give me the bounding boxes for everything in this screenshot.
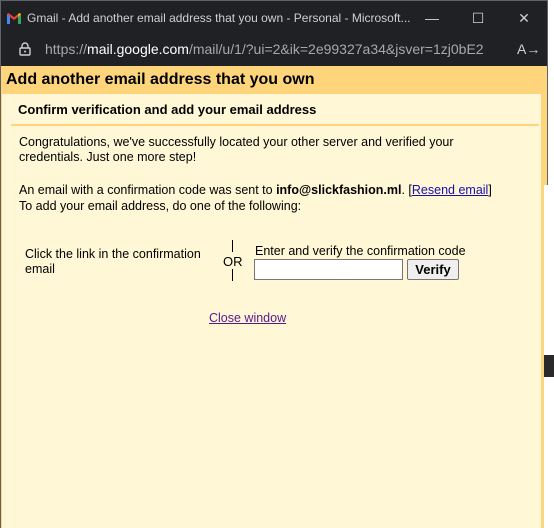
url-text[interactable]: https://mail.google.com/mail/u/1/?ui=2&i… xyxy=(45,41,485,57)
verify-button[interactable]: Verify xyxy=(407,259,459,280)
sent-notice: An email with a confirmation code was se… xyxy=(19,183,529,198)
or-divider-top xyxy=(232,240,233,252)
target-email: info@slickfashion.ml xyxy=(276,183,402,197)
or-label: OR xyxy=(223,254,243,269)
maximize-button[interactable]: ☐ xyxy=(455,1,501,35)
code-label: Enter and verify the confirmation code xyxy=(255,244,466,258)
url-path: /mail/u/1/?ui=2&ik=2e99327a34&jsver=1zj0… xyxy=(188,41,485,57)
background-dark-band xyxy=(544,355,554,377)
close-window-link[interactable]: Close window xyxy=(209,311,286,325)
option-click-link: Click the link in the confirmation email xyxy=(25,247,201,276)
resend-email-link[interactable]: Resend email xyxy=(412,183,488,197)
title-bar: Gmail - Add another email address that y… xyxy=(1,1,547,35)
url-prefix: https:// xyxy=(45,41,88,57)
dialog-title: Add another email address that you own xyxy=(6,71,315,88)
popup-window: Gmail - Add another email address that y… xyxy=(0,0,548,528)
url-host: mail.google.com xyxy=(87,41,189,57)
dialog-content: Add another email address that you own C… xyxy=(1,66,547,528)
window-title: Gmail - Add another email address that y… xyxy=(27,11,411,25)
step-heading: Confirm verification and add your email … xyxy=(18,102,317,117)
instructions-text: To add your email address, do one of the… xyxy=(19,199,302,213)
read-aloud-icon[interactable]: A→ xyxy=(517,41,540,57)
sent-prefix: An email with a confirmation code was se… xyxy=(19,183,277,197)
confirmation-code-input[interactable] xyxy=(254,259,403,280)
heading-divider xyxy=(11,124,539,126)
or-divider-bottom xyxy=(232,269,233,281)
resend-bracket: ] xyxy=(488,183,492,197)
sent-suffix: . [ xyxy=(401,183,412,197)
congrats-text: Congratulations, we've successfully loca… xyxy=(19,135,454,164)
close-button[interactable]: ✕ xyxy=(501,1,547,35)
lock-icon[interactable] xyxy=(19,42,31,56)
minimize-button[interactable]: — xyxy=(409,1,455,35)
address-bar[interactable]: https://mail.google.com/mail/u/1/?ui=2&i… xyxy=(1,35,547,63)
gmail-icon xyxy=(7,12,21,24)
